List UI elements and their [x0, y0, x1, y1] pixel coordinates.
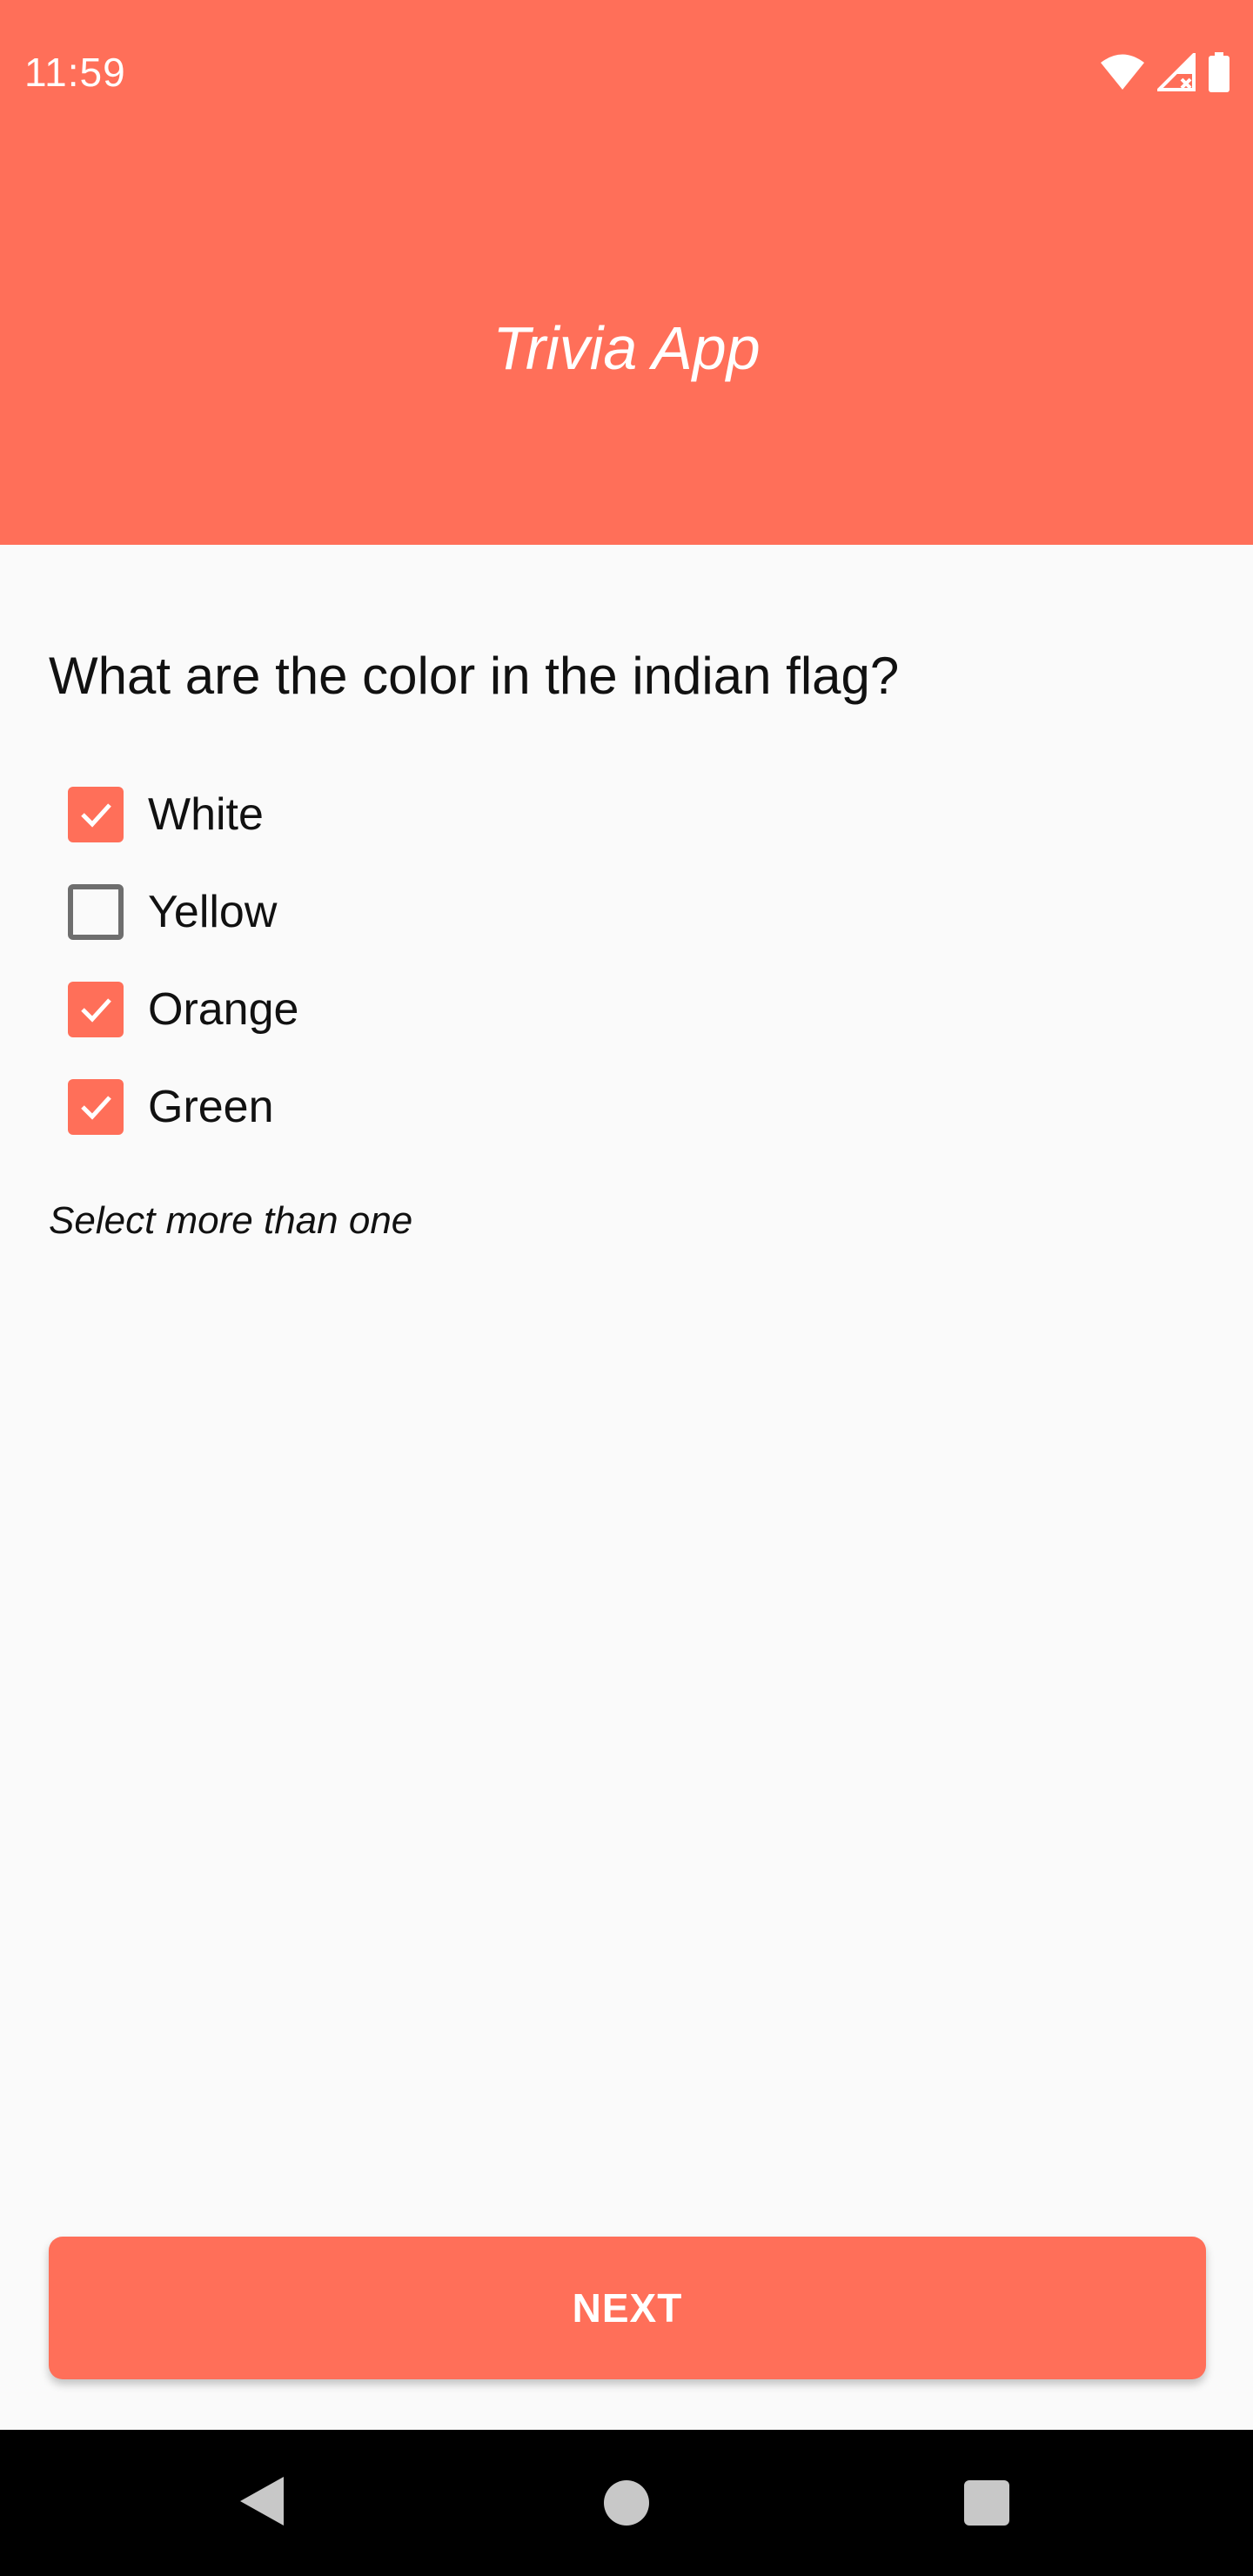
options-list: White Yellow Orange Green: [66, 766, 298, 1156]
signal-icon: [1155, 50, 1196, 96]
screen: 11:59 Trivia App What are the color in t…: [0, 0, 1253, 2576]
next-button[interactable]: NEXT: [49, 2237, 1206, 2379]
wifi-icon: [1100, 53, 1145, 96]
question-text: What are the color in the indian flag?: [49, 647, 900, 705]
option-green[interactable]: Green: [66, 1058, 298, 1156]
hint-text: Select more than one: [49, 1199, 413, 1242]
status-time: 11:59: [24, 50, 126, 95]
checkbox-checked-icon[interactable]: [68, 982, 124, 1037]
battery-icon: [1208, 51, 1230, 97]
checkbox-checked-icon[interactable]: [68, 787, 124, 842]
option-white[interactable]: White: [66, 766, 298, 863]
option-label: Orange: [148, 984, 299, 1035]
app-header: 11:59 Trivia App: [0, 0, 1253, 545]
back-icon[interactable]: [237, 2473, 287, 2533]
checkbox-unchecked-icon[interactable]: [68, 884, 124, 940]
option-label: White: [148, 789, 264, 840]
app-title: Trivia App: [492, 314, 761, 382]
checkbox-checked-icon[interactable]: [68, 1079, 124, 1135]
status-icons: [1100, 50, 1230, 97]
option-orange[interactable]: Orange: [66, 961, 298, 1058]
navigation-bar: [0, 2430, 1253, 2576]
recents-icon[interactable]: [964, 2480, 1009, 2526]
option-label: Yellow: [148, 887, 278, 937]
home-icon[interactable]: [604, 2480, 649, 2526]
option-label: Green: [148, 1082, 274, 1132]
option-yellow[interactable]: Yellow: [66, 863, 298, 961]
